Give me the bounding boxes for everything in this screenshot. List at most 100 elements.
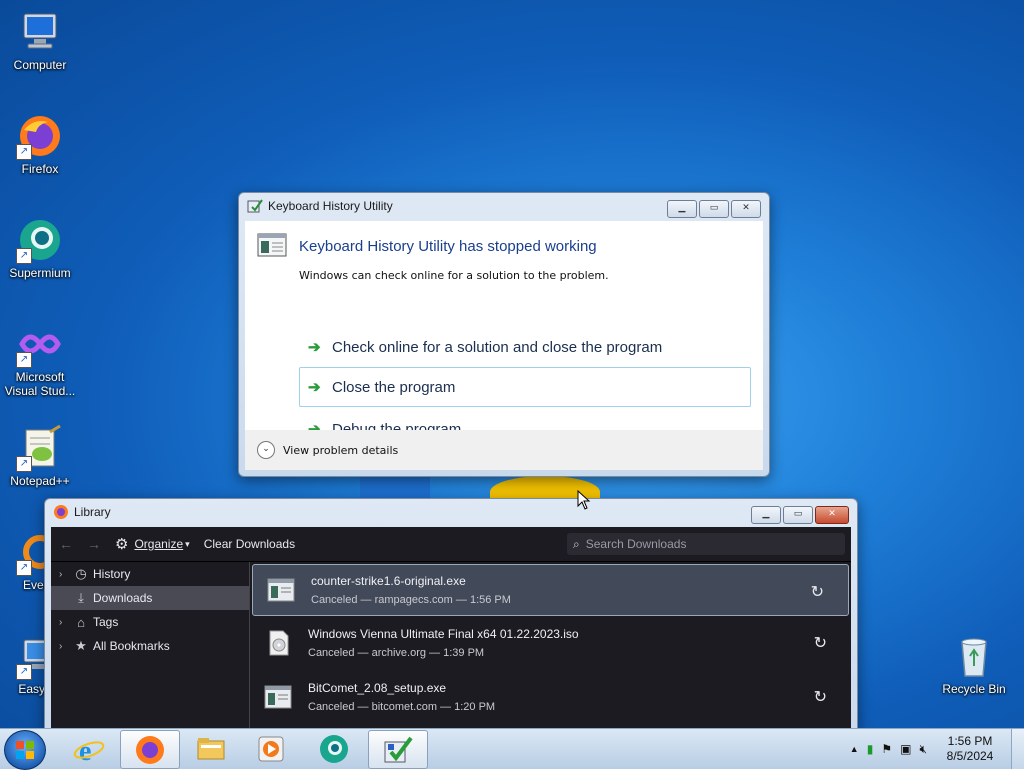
- retry-icon[interactable]: ↻: [814, 633, 827, 653]
- chevron-up-icon[interactable]: ▲: [850, 744, 859, 754]
- internet-explorer-icon: e: [73, 733, 105, 768]
- exe-file-icon: [264, 684, 292, 710]
- library-sidebar: › ◷ History ⤓ Downloads › ⌂ Tags › ★ All…: [51, 562, 250, 728]
- chevron-down-icon[interactable]: ⌄: [257, 441, 275, 459]
- close-button[interactable]: ✕: [815, 506, 849, 524]
- search-icon: ⌕: [573, 536, 580, 551]
- download-item[interactable]: BitComet_2.08_setup.exe Canceled — bitco…: [250, 670, 851, 724]
- option-label: Check online for a solution and close th…: [332, 338, 663, 356]
- sidebar-item-downloads[interactable]: ⤓ Downloads: [51, 586, 249, 610]
- retry-icon[interactable]: ↻: [814, 687, 827, 707]
- desktop-icon-firefox[interactable]: ↗ Firefox: [2, 112, 78, 176]
- dialog-caption-buttons: ▁ ▭ ✕: [667, 200, 761, 218]
- sidebar-item-label: Tags: [93, 615, 119, 629]
- supermium-icon: [318, 733, 350, 768]
- show-desktop-button[interactable]: [1011, 729, 1024, 769]
- firefox-icon: ↗: [16, 112, 64, 160]
- download-icon: ⤓: [78, 590, 84, 605]
- media-player-icon: [255, 733, 287, 768]
- desktop-icon-visual-studio[interactable]: ↗ Microsoft Visual Stud...: [2, 320, 78, 398]
- dialog-title: Keyboard History Utility: [268, 199, 393, 213]
- taskbar-supermium[interactable]: [305, 730, 363, 767]
- volume-muted-icon[interactable]: 🔇︎: [919, 742, 927, 757]
- back-arrow-icon[interactable]: ←: [59, 536, 73, 552]
- shortcut-arrow-icon: ↗: [16, 144, 32, 160]
- shortcut-arrow-icon: ↗: [16, 560, 32, 576]
- desktop-icon-label: Supermium: [9, 266, 71, 280]
- maximize-button[interactable]: ▭: [699, 200, 729, 218]
- desktop-icon-label: Microsoft Visual Stud...: [4, 370, 76, 398]
- error-dialog: Keyboard History Utility ▁ ▭ ✕ Keyboard …: [238, 192, 770, 477]
- taskbar-media-player[interactable]: [242, 730, 300, 767]
- tag-icon: ⌂: [77, 614, 85, 630]
- application-window-icon: [257, 233, 287, 260]
- taskbar: e ▲ ▮ ⚑ ▣ 🔇︎ 1:56 PM 8/5/2024: [0, 728, 1024, 770]
- firefox-icon: [134, 734, 166, 769]
- shortcut-arrow-icon: ↗: [16, 352, 32, 368]
- library-titlebar[interactable]: Library: [45, 499, 857, 525]
- clock-time: 1:56 PM: [947, 734, 993, 748]
- minimize-button[interactable]: ▁: [751, 506, 781, 524]
- shortcut-arrow-icon: ↗: [16, 456, 32, 472]
- recycle-bin-icon: [950, 632, 998, 680]
- search-placeholder: Search Downloads: [585, 537, 687, 551]
- desktop-icon-supermium[interactable]: ↗ Supermium: [2, 216, 78, 280]
- start-button[interactable]: [4, 730, 46, 770]
- clock-date: 8/5/2024: [946, 749, 994, 763]
- taskbar-internet-explorer[interactable]: e: [60, 730, 118, 767]
- dialog-footer: ⌄ View problem details: [245, 430, 763, 470]
- desktop-icon-computer[interactable]: Computer: [2, 8, 78, 72]
- desktop-icon-recycle-bin[interactable]: Recycle Bin: [936, 632, 1012, 696]
- sidebar-item-history[interactable]: › ◷ History: [51, 562, 249, 586]
- close-button[interactable]: ✕: [731, 200, 761, 218]
- desktop-icon-label: Recycle Bin: [942, 682, 1006, 696]
- file-explorer-icon: [195, 733, 227, 768]
- forward-arrow-icon[interactable]: →: [87, 536, 101, 552]
- desktop-icon-label: Notepad++: [10, 474, 70, 488]
- clear-downloads-button[interactable]: Clear Downloads: [204, 537, 295, 551]
- check-online-option[interactable]: ➔ Check online for a solution and close …: [299, 327, 751, 367]
- library-caption-buttons: ▁ ▭ ✕: [751, 506, 849, 524]
- download-item[interactable]: Windows Vienna Ultimate Final x64 01.22.…: [250, 616, 851, 670]
- close-program-option[interactable]: ➔ Close the program: [299, 367, 751, 407]
- svg-text:e: e: [79, 736, 91, 765]
- desktop-icon-notepadpp[interactable]: ↗ Notepad++: [2, 424, 78, 488]
- clock[interactable]: 1:56 PM 8/5/2024: [935, 734, 1005, 764]
- shortcut-arrow-icon: ↗: [16, 248, 32, 264]
- chevron-right-icon[interactable]: ›: [59, 641, 73, 652]
- view-details-link[interactable]: View problem details: [283, 444, 398, 457]
- download-item[interactable]: counter-strike1.6-original.exe Canceled …: [252, 564, 849, 616]
- maximize-button[interactable]: ▭: [783, 506, 813, 524]
- firefox-icon: [53, 504, 69, 520]
- error-report-icon: [247, 198, 263, 214]
- clock-icon: ◷: [75, 566, 87, 581]
- taskbar-firefox[interactable]: [120, 730, 180, 769]
- action-center-flag-icon[interactable]: ⚑: [881, 742, 892, 756]
- dialog-heading: Keyboard History Utility has stopped wor…: [299, 238, 597, 255]
- download-status: Canceled — rampagecs.com — 1:56 PM: [311, 594, 511, 606]
- network-icon[interactable]: ▣: [900, 742, 911, 756]
- network-activity-icon[interactable]: ▮: [867, 742, 874, 756]
- chevron-right-icon[interactable]: ›: [59, 617, 73, 628]
- retry-icon[interactable]: ↻: [811, 582, 824, 602]
- desktop-icon-label: Firefox: [21, 162, 59, 176]
- chevron-right-icon[interactable]: ›: [59, 569, 73, 580]
- sidebar-item-label: All Bookmarks: [93, 639, 170, 653]
- library-toolbar: ← → ⚙ Organize ▾ Clear Downloads ⌕ Searc…: [51, 527, 851, 562]
- option-label: Close the program: [332, 378, 456, 396]
- minimize-button[interactable]: ▁: [667, 200, 697, 218]
- clear-downloads-label: Clear Downloads: [203, 537, 296, 551]
- system-tray: ▲ ▮ ⚑ ▣ 🔇︎ 1:56 PM 8/5/2024: [850, 729, 1024, 769]
- visual-studio-icon: ↗: [16, 320, 64, 368]
- organize-button[interactable]: ⚙ Organize ▾: [115, 535, 190, 553]
- supermium-icon: ↗: [16, 216, 64, 264]
- desktop: Computer ↗ Firefox ↗ Supermium ↗ Microso…: [0, 0, 1024, 728]
- star-icon: ★: [75, 638, 87, 653]
- computer-icon: [16, 8, 64, 56]
- windows-logo-icon: [16, 741, 34, 759]
- taskbar-error-report[interactable]: [368, 730, 428, 769]
- sidebar-item-all-bookmarks[interactable]: › ★ All Bookmarks: [51, 634, 249, 658]
- search-input[interactable]: ⌕ Search Downloads: [567, 533, 845, 555]
- sidebar-item-tags[interactable]: › ⌂ Tags: [51, 610, 249, 634]
- taskbar-file-explorer[interactable]: [182, 730, 240, 767]
